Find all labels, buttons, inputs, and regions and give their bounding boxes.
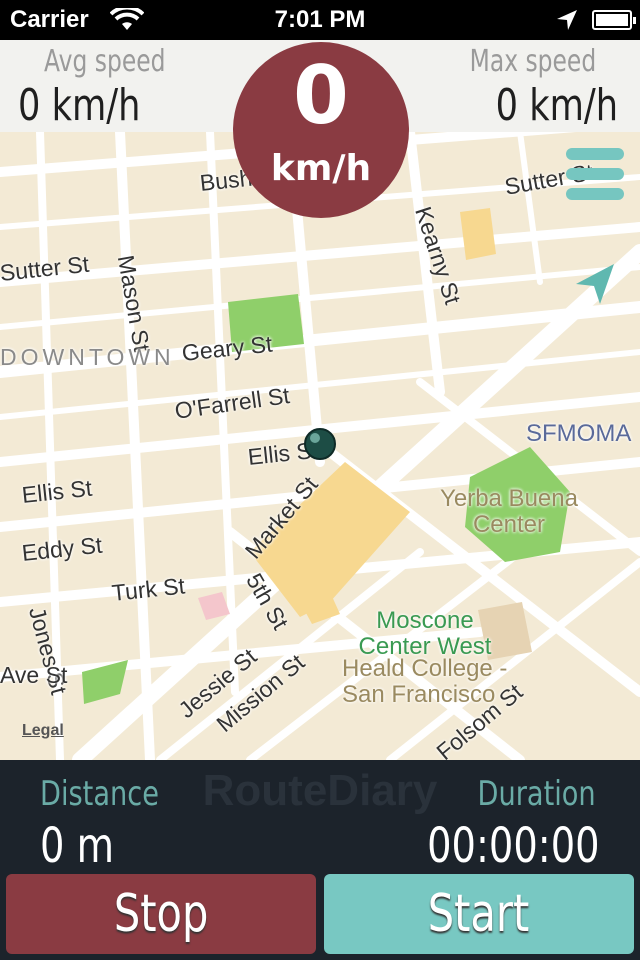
street-label: Ave St xyxy=(0,662,68,688)
current-speed-gauge: 0 km/h xyxy=(233,42,409,218)
duration-label: Duration xyxy=(477,774,596,814)
battery-icon xyxy=(592,10,636,30)
navigation-arrow-icon[interactable] xyxy=(574,262,618,306)
duration-value: 00:00:00 xyxy=(427,818,600,874)
trip-panel: RouteDiary Distance 0 m Duration 00:00:0… xyxy=(0,760,640,960)
distance-label: Distance xyxy=(40,774,159,814)
distance-value: 0 m xyxy=(40,818,115,874)
poi-sfmoma: SFMOMA xyxy=(526,420,632,447)
start-button[interactable]: Start xyxy=(324,874,634,954)
current-speed-value: 0 xyxy=(293,49,349,142)
district-label: DOWNTOWN xyxy=(0,344,175,370)
stop-button[interactable]: Stop xyxy=(6,874,316,954)
start-button-label: Start xyxy=(428,884,530,944)
map-view[interactable]: Mason St Kearny St Bush St Sutter St Sut… xyxy=(0,132,640,760)
poi-yerba-buena: Yerba Buena Center xyxy=(440,485,578,538)
current-speed-unit: km/h xyxy=(270,148,372,189)
max-speed-label: Max speed xyxy=(469,44,596,79)
location-pin-icon xyxy=(304,428,336,460)
poi-heald: Heald College - San Francisco xyxy=(342,655,508,708)
menu-icon[interactable] xyxy=(566,148,624,200)
avg-speed-label: Avg speed xyxy=(44,44,166,79)
avg-speed-value: 0 km/h xyxy=(18,80,141,131)
status-bar: Carrier 7:01 PM xyxy=(0,0,640,40)
poi-moscone: Moscone Center West xyxy=(358,607,492,660)
location-arrow-icon xyxy=(557,10,577,30)
max-speed-value: 0 km/h xyxy=(495,80,618,131)
legal-link[interactable]: Legal xyxy=(22,722,64,740)
clock: 7:01 PM xyxy=(274,6,366,33)
stop-button-label: Stop xyxy=(113,884,209,944)
